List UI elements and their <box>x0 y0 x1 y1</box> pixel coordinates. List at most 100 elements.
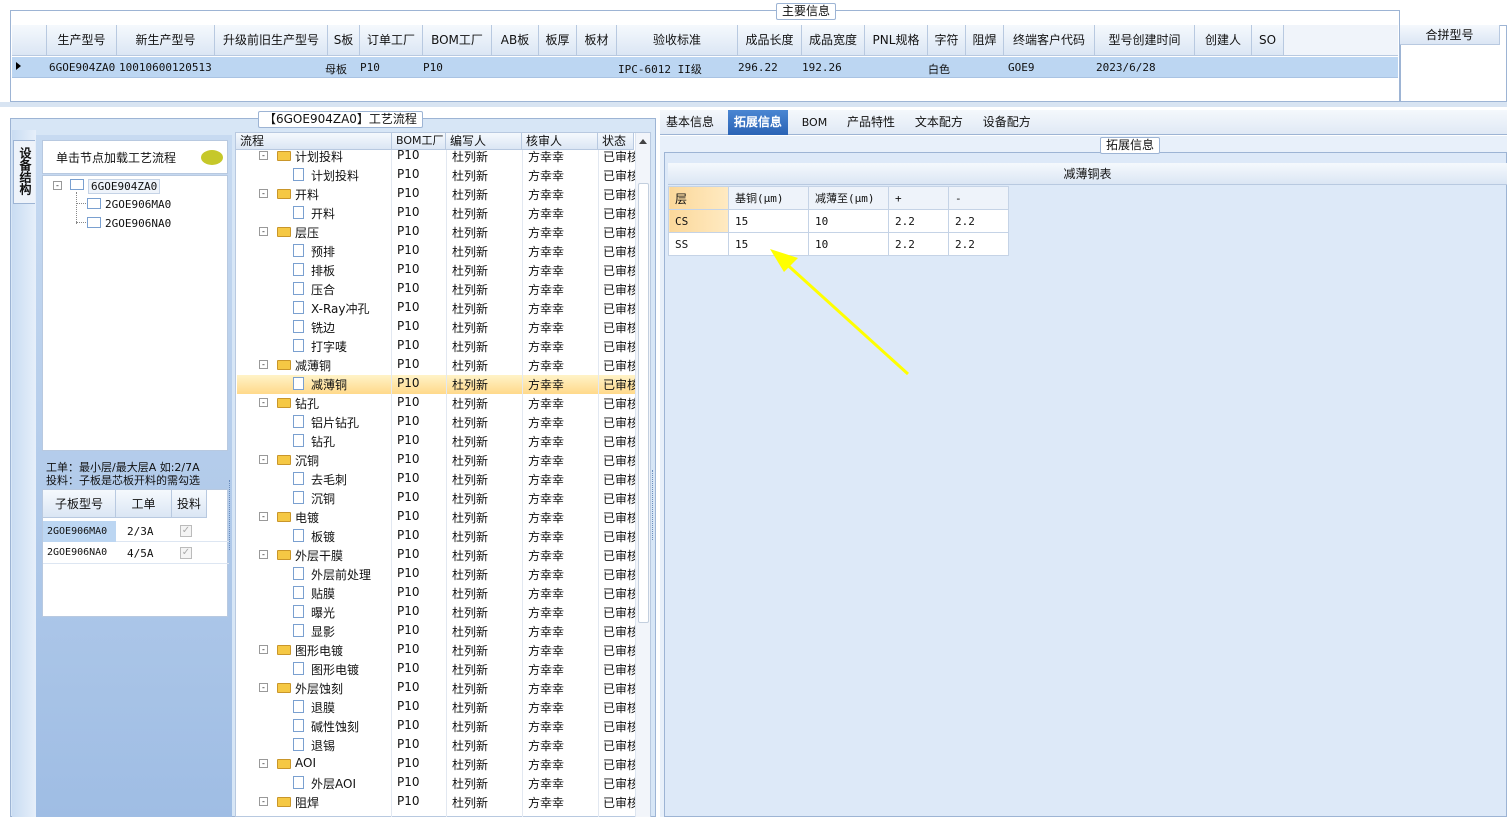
col-minus[interactable]: - <box>948 186 1009 210</box>
flow-name[interactable]: 显影 <box>311 623 335 640</box>
flow-row[interactable]: 预排 P10 杜列新 方幸幸 已审核 <box>237 242 647 261</box>
tab-product-features[interactable]: 产品特性 <box>841 110 901 135</box>
col-plus[interactable]: + <box>888 186 949 210</box>
col-length[interactable]: 成品长度 <box>738 25 802 56</box>
flow-name[interactable]: 曝光 <box>311 604 335 621</box>
flow-factory[interactable]: P10 <box>397 300 420 314</box>
flow-status[interactable]: 已审核 <box>603 528 635 545</box>
horizontal-splitter[interactable] <box>0 102 1507 107</box>
flow-status[interactable]: 已审核 <box>603 433 635 450</box>
flow-factory[interactable]: P10 <box>397 167 420 181</box>
flow-status[interactable]: 已审核 <box>603 300 635 317</box>
flow-factory[interactable]: P10 <box>397 528 420 542</box>
flow-status[interactable]: 已审核 <box>603 205 635 222</box>
flow-status[interactable]: 已审核 <box>603 794 635 811</box>
flow-reviewer[interactable]: 方幸幸 <box>528 718 564 735</box>
expand-icon[interactable]: - <box>259 512 268 521</box>
flow-status[interactable]: 已审核 <box>603 547 635 564</box>
flow-row[interactable]: - 计划投料 P10 杜列新 方幸幸 已审核 <box>237 147 647 166</box>
flow-reviewer[interactable]: 方幸幸 <box>528 205 564 222</box>
flow-status[interactable]: 已审核 <box>603 224 635 241</box>
flow-writer[interactable]: 杜列新 <box>452 319 488 336</box>
flow-reviewer[interactable]: 方幸幸 <box>528 224 564 241</box>
flow-factory[interactable]: P10 <box>397 224 420 238</box>
flow-writer[interactable]: 杜列新 <box>452 224 488 241</box>
flow-writer[interactable]: 杜列新 <box>452 395 488 412</box>
flow-name[interactable]: 去毛刺 <box>311 471 347 488</box>
flow-status[interactable]: 已审核 <box>603 376 635 393</box>
flow-reviewer[interactable]: 方幸幸 <box>528 319 564 336</box>
flow-writer[interactable]: 杜列新 <box>452 205 488 222</box>
flow-status[interactable]: 已审核 <box>603 566 635 583</box>
flow-reviewer[interactable]: 方幸幸 <box>528 756 564 773</box>
flow-factory[interactable]: P10 <box>397 243 420 257</box>
col-customer[interactable]: 终端客户代码 <box>1004 25 1095 56</box>
col-order-factory[interactable]: 订单工厂 <box>360 25 423 56</box>
flow-factory[interactable]: P10 <box>397 205 420 219</box>
flow-writer[interactable]: 杜列新 <box>452 661 488 678</box>
flow-name[interactable]: 退锡 <box>311 737 335 754</box>
flow-row[interactable]: 曝光 P10 杜列新 方幸幸 已审核 <box>237 603 647 622</box>
middle-splitter[interactable] <box>652 470 658 540</box>
expand-icon[interactable]: - <box>259 227 268 236</box>
flow-status[interactable]: 已审核 <box>603 148 635 165</box>
flow-reviewer[interactable]: 方幸幸 <box>528 357 564 374</box>
flow-factory[interactable]: P10 <box>397 680 420 694</box>
flow-reviewer[interactable]: 方幸幸 <box>528 186 564 203</box>
flow-name[interactable]: 排板 <box>311 262 335 279</box>
expand-icon[interactable]: - <box>259 189 268 198</box>
table-row[interactable]: 2GOE906MA0 2/3A ✓ <box>43 521 229 542</box>
flow-status[interactable]: 已审核 <box>603 737 635 754</box>
col-created[interactable]: 型号创建时间 <box>1095 25 1195 56</box>
expand-icon[interactable]: - <box>259 151 268 160</box>
flow-factory[interactable]: P10 <box>397 509 420 523</box>
col-prod-model[interactable]: 生产型号 <box>47 25 117 56</box>
flow-row[interactable]: 退膜 P10 杜列新 方幸幸 已审核 <box>237 698 647 717</box>
flow-reviewer[interactable]: 方幸幸 <box>528 775 564 792</box>
flow-row[interactable]: 开料 P10 杜列新 方幸幸 已审核 <box>237 204 647 223</box>
flow-factory[interactable]: P10 <box>397 414 420 428</box>
flow-factory[interactable]: P10 <box>397 642 420 656</box>
grid-corner[interactable] <box>12 25 47 56</box>
flow-name[interactable]: 外层前处理 <box>311 566 371 583</box>
tab-device-structure[interactable]: 设备结构 <box>13 140 35 204</box>
expand-icon[interactable]: - <box>259 398 268 407</box>
flow-reviewer[interactable]: 方幸幸 <box>528 547 564 564</box>
flow-status[interactable]: 已审核 <box>603 775 635 792</box>
flow-writer[interactable]: 杜列新 <box>452 604 488 621</box>
flow-row[interactable]: 沉铜 P10 杜列新 方幸幸 已审核 <box>237 489 647 508</box>
flow-factory[interactable]: P10 <box>397 737 420 751</box>
flow-status[interactable]: 已审核 <box>603 604 635 621</box>
flow-reviewer[interactable]: 方幸幸 <box>528 509 564 526</box>
flow-row[interactable]: 图形电镀 P10 杜列新 方幸幸 已审核 <box>237 660 647 679</box>
flow-reviewer[interactable]: 方幸幸 <box>528 243 564 260</box>
scroll-up-icon[interactable] <box>639 139 647 144</box>
flow-reviewer[interactable]: 方幸幸 <box>528 661 564 678</box>
cell-char[interactable]: 白色 <box>928 61 950 77</box>
flow-reviewer[interactable]: 方幸幸 <box>528 433 564 450</box>
flow-reviewer[interactable]: 方幸幸 <box>528 300 564 317</box>
merge-model-header[interactable]: 合拼型号 <box>1400 25 1500 45</box>
flow-factory[interactable]: P10 <box>397 718 420 732</box>
flow-reviewer[interactable]: 方幸幸 <box>528 471 564 488</box>
flow-row[interactable]: 去毛刺 P10 杜列新 方幸幸 已审核 <box>237 470 647 489</box>
flow-reviewer[interactable]: 方幸幸 <box>528 585 564 602</box>
flow-writer[interactable]: 杜列新 <box>452 300 488 317</box>
flow-name[interactable]: 外层AOI <box>311 775 356 792</box>
flow-factory[interactable]: P10 <box>397 376 420 390</box>
cell-plus[interactable]: 2.2 <box>888 209 949 233</box>
flow-name[interactable]: 碱性蚀刻 <box>311 718 359 735</box>
flow-row[interactable]: - 外层干膜 P10 杜列新 方幸幸 已审核 <box>237 546 647 565</box>
flow-factory[interactable]: P10 <box>397 357 420 371</box>
flow-writer[interactable]: 杜列新 <box>452 338 488 355</box>
flow-reviewer[interactable]: 方幸幸 <box>528 566 564 583</box>
flow-factory[interactable]: P10 <box>397 585 420 599</box>
flow-writer[interactable]: 杜列新 <box>452 718 488 735</box>
flow-name[interactable]: 沉铜 <box>311 490 335 507</box>
tab-text-recipe[interactable]: 文本配方 <box>909 110 969 135</box>
flow-factory[interactable]: P10 <box>397 186 420 200</box>
cell-base-copper[interactable]: 15 <box>728 209 809 233</box>
flow-status[interactable]: 已审核 <box>603 338 635 355</box>
col-thickness[interactable]: 板厚 <box>539 25 577 56</box>
table-row[interactable]: 2GOE906NA0 4/5A ✓ <box>43 543 229 564</box>
